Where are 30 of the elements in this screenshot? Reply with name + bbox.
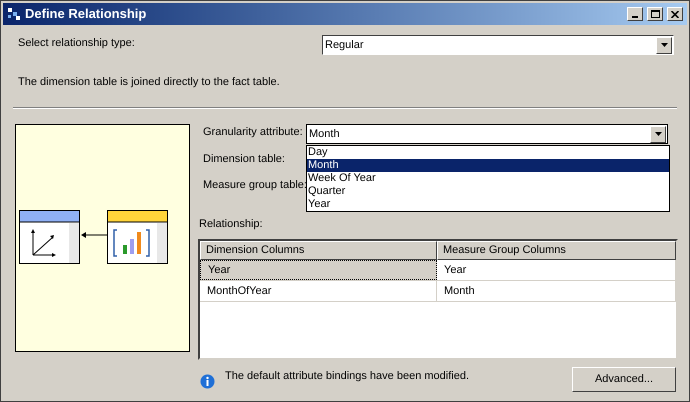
field-label: Select relationship type: xyxy=(18,36,135,51)
dropdown-option[interactable]: Day xyxy=(307,146,669,158)
table-cell[interactable]: Year xyxy=(437,260,676,280)
dropdown-option[interactable]: Month xyxy=(307,158,669,172)
close-icon xyxy=(671,10,679,18)
dropdown-option[interactable]: Week Of Year xyxy=(307,172,669,184)
dropdown-option[interactable]: Year xyxy=(307,198,669,210)
field-label: Dimension table: xyxy=(202,152,285,166)
granularity-dropdown[interactable]: Month xyxy=(306,124,668,144)
dialog-icon xyxy=(7,7,21,21)
window-title: Define Relationship xyxy=(25,5,148,24)
field-label: Relationship: xyxy=(198,216,263,232)
field-label: Granularity attribute: xyxy=(202,124,304,140)
table-cell[interactable]: Month xyxy=(437,281,676,301)
minimize-icon xyxy=(632,16,638,18)
field-label: Measure group table: xyxy=(202,178,307,193)
relationship-type-dropdown[interactable]: Regular xyxy=(322,35,674,55)
close-button[interactable] xyxy=(667,7,683,21)
description-text: The dimension table is joined directly to the fact table. xyxy=(18,75,280,90)
column-header[interactable]: Measure Group Columns xyxy=(437,241,676,260)
dropdown-option[interactable]: Quarter xyxy=(307,184,669,198)
minimize-button[interactable] xyxy=(627,7,643,21)
advanced-button[interactable]: Advanced... xyxy=(572,367,676,392)
maximize-icon xyxy=(650,10,660,18)
info-icon xyxy=(200,374,215,389)
table-cell[interactable]: Year xyxy=(200,260,437,280)
table-cell[interactable]: MonthOfYear xyxy=(200,281,437,301)
column-header[interactable]: Dimension Columns xyxy=(200,241,437,260)
info-message: The default attribute bindings have been modified. xyxy=(225,369,470,384)
maximize-button[interactable] xyxy=(647,7,663,21)
